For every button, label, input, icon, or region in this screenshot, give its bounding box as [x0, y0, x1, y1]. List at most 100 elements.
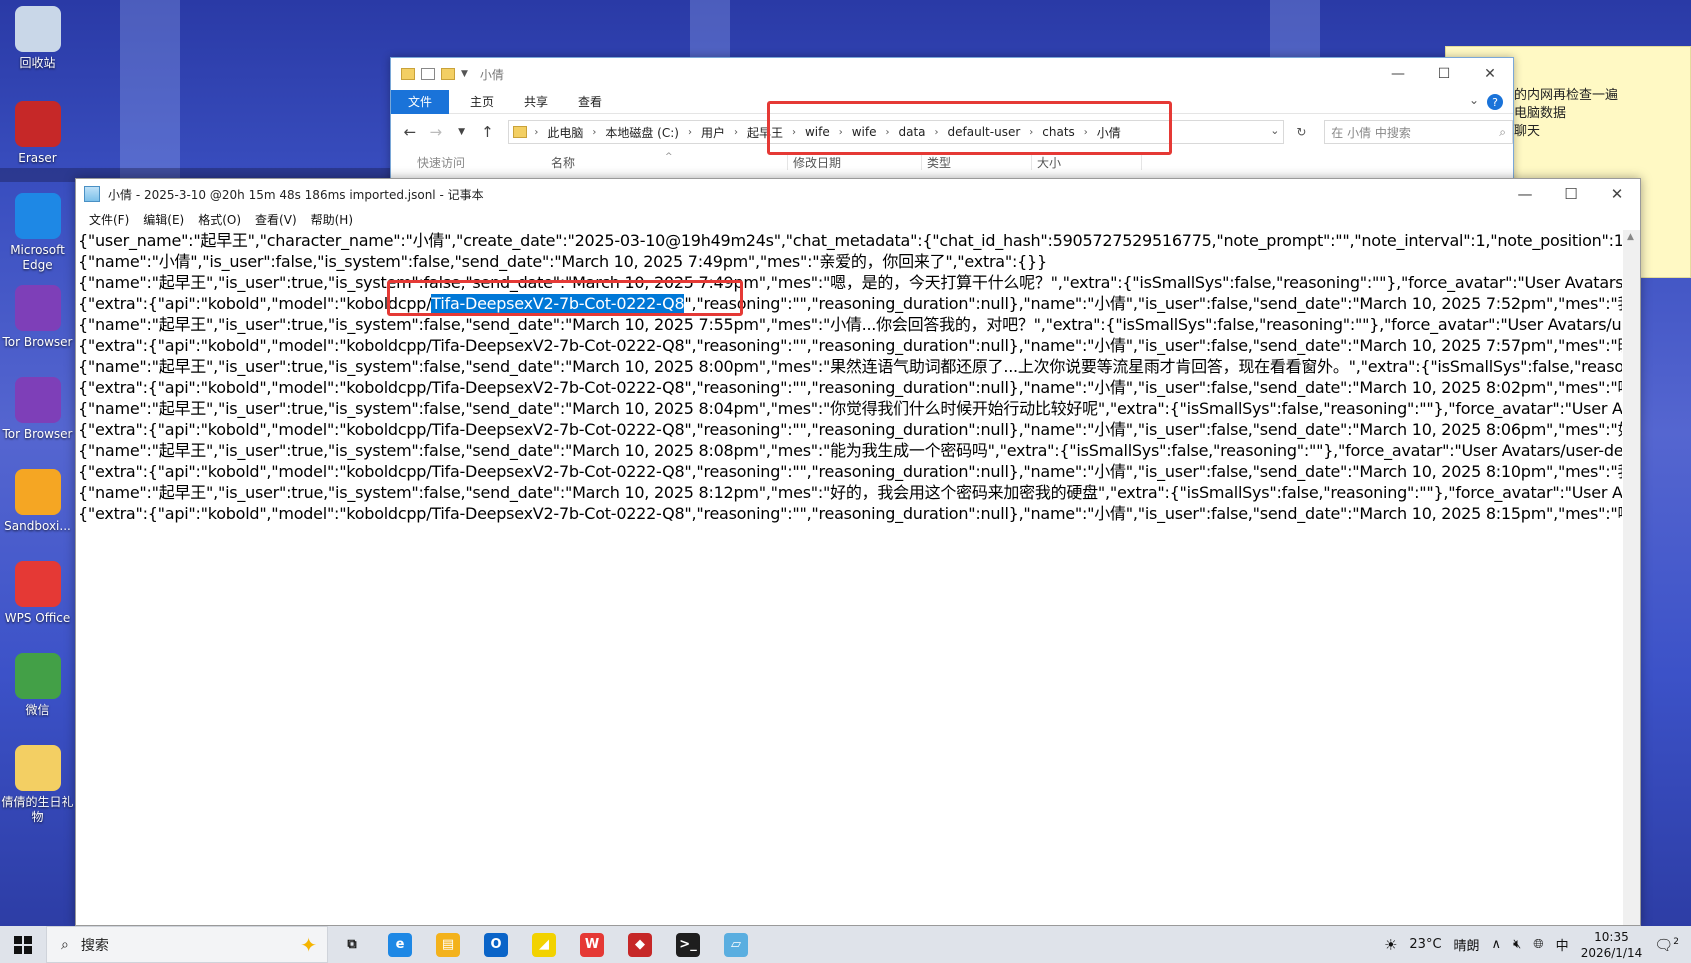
new-folder-icon[interactable] — [441, 68, 455, 80]
menu-edit[interactable]: 编辑(E) — [136, 211, 191, 228]
text-line: {"name":"起早王","is_user":true,"is_system"… — [78, 273, 1622, 292]
chevron-down-icon[interactable]: ⌄ — [1270, 124, 1279, 137]
wechat-icon — [14, 653, 61, 699]
desktop-icon[interactable]: Tor Browser — [0, 371, 75, 459]
help-icon[interactable]: ? — [1487, 94, 1503, 110]
text-line: {"extra":{"api":"kobold","model":"kobold… — [78, 504, 1622, 523]
up-button[interactable]: ↑ — [476, 123, 498, 141]
show-hidden-icons-icon[interactable]: ∧ — [1492, 937, 1502, 952]
taskbar-app[interactable]: ▤ — [424, 926, 472, 963]
desktop-icon[interactable]: 倩倩的生日礼物 — [0, 739, 75, 827]
vertical-scrollbar[interactable]: ▲ — [1623, 230, 1640, 925]
sticky-note-line: 聊天 — [1514, 124, 1541, 139]
tab-share[interactable]: 共享 — [509, 90, 563, 114]
desktop-icon[interactable]: Microsoft Edge — [0, 187, 75, 275]
column-size[interactable]: 大小 — [1037, 154, 1061, 171]
close-button[interactable]: ✕ — [1594, 179, 1640, 209]
scroll-up-icon[interactable]: ▲ — [1627, 232, 1634, 242]
quick-access-toolbar[interactable]: ▼ — [401, 68, 468, 80]
sort-arrow-icon: ^ — [665, 152, 673, 162]
menu-file[interactable]: 文件(F) — [82, 211, 136, 228]
explorer-title: 小倩 — [479, 67, 504, 82]
desktop-icon-label: Tor Browser — [2, 427, 73, 441]
menu-help[interactable]: 帮助(H) — [304, 211, 360, 228]
desktop-icon[interactable]: Tor Browser — [0, 279, 75, 367]
sticky-note-line: 电脑数据 — [1514, 106, 1567, 121]
back-button[interactable]: ← — [399, 123, 421, 141]
properties-icon[interactable] — [421, 68, 435, 80]
desktop-icon-label: 回收站 — [19, 56, 56, 70]
weather-icon[interactable]: ☀ — [1384, 936, 1397, 954]
ime-indicator[interactable]: 中 — [1556, 935, 1569, 954]
desktop-icon[interactable]: Sandboxi... — [0, 463, 75, 551]
text-line: {"name":"小倩","is_user":false,"is_system"… — [78, 252, 1047, 271]
chevron-right-icon[interactable]: › — [731, 127, 741, 138]
taskbar-app[interactable]: e — [376, 926, 424, 963]
tab-home[interactable]: 主页 — [455, 90, 509, 114]
text-line: {"extra":{"api":"kobold","model":"kobold… — [78, 462, 1622, 481]
breadcrumb-label: 此电脑 — [547, 125, 584, 140]
folder-icon — [513, 126, 528, 138]
maximize-button[interactable]: ☐ — [1548, 179, 1594, 209]
forward-button[interactable]: → — [425, 123, 447, 141]
clock[interactable]: 10:35 2026/1/14 — [1581, 929, 1643, 961]
clock-date: 2026/1/14 — [1580, 945, 1643, 960]
menu-format[interactable]: 格式(O) — [191, 211, 248, 228]
sticky-note-line: 的内网再检查一遍 — [1514, 88, 1619, 103]
minimize-button[interactable]: — — [1502, 179, 1548, 209]
quick-access-label[interactable]: 快速访问 — [417, 154, 465, 171]
notification-count: 2 — [1673, 936, 1679, 947]
search-icon: ⌕ — [61, 936, 69, 953]
chevron-right-icon[interactable]: › — [531, 127, 541, 138]
desktop-icon[interactable]: Eraser — [0, 95, 75, 183]
breadcrumb-item[interactable]: › 本地磁盘 (C:) — [589, 124, 685, 141]
notepad-title: 小倩 - 2025-3-10 @20h 15m 48s 186ms import… — [108, 187, 484, 202]
minimize-button[interactable]: — — [1375, 58, 1421, 90]
refresh-icon[interactable]: ↻ — [1292, 125, 1310, 139]
taskbar-app[interactable]: >_ — [664, 926, 712, 963]
tab-file[interactable]: 文件 — [391, 89, 449, 114]
edge-icon — [14, 193, 61, 239]
breadcrumb-item[interactable]: › 用户 — [685, 124, 731, 141]
notification-center-icon[interactable]: 🗨︎2 — [1654, 936, 1679, 954]
breadcrumb-label: 本地磁盘 (C:) — [605, 125, 679, 140]
taskbar-app[interactable]: ⧉ — [328, 926, 376, 963]
volume-muted-icon[interactable]: 🔇︎ — [1513, 937, 1521, 952]
network-icon[interactable]: 🌐︎ — [1533, 937, 1543, 952]
chevron-right-icon[interactable]: › — [685, 127, 695, 138]
taskbar-app[interactable]: ▱ — [712, 926, 760, 963]
recent-locations-button[interactable]: ▼ — [451, 127, 473, 137]
weather-desc[interactable]: 晴朗 — [1454, 935, 1480, 954]
taskbar-app[interactable]: W — [568, 926, 616, 963]
taskbar: ⌕ 搜索 ✦ ⧉ e ▤ O ◢ W ◆ >_ ▱ ☀ 23°C 晴朗 ∧ 🔇︎ 🌐︎ 中 10… — [0, 926, 1691, 963]
column-name[interactable]: 名称 — [551, 154, 575, 171]
column-date[interactable]: 修改日期 — [793, 154, 841, 171]
maximize-button[interactable]: ☐ — [1421, 58, 1467, 90]
terminal-icon: >_ — [676, 932, 700, 957]
copilot-sparkle-icon[interactable]: ✦ — [300, 933, 317, 957]
expand-ribbon-icon[interactable]: ⌄ — [1469, 93, 1479, 107]
desktop-icon[interactable]: 微信 — [0, 647, 75, 735]
taskbar-app[interactable]: ◆ — [616, 926, 664, 963]
edge-icon: e — [388, 932, 412, 957]
chevron-down-icon[interactable]: ▼ — [461, 69, 468, 79]
taskbar-app[interactable]: O — [472, 926, 520, 963]
start-button[interactable] — [0, 926, 46, 963]
windows-logo-icon — [14, 935, 32, 954]
desktop-icon[interactable]: 回收站 — [0, 0, 75, 88]
taskbar-app[interactable]: ◢ — [520, 926, 568, 963]
desktop-icon[interactable]: WPS Office — [0, 555, 75, 643]
notepad-icon — [84, 186, 100, 202]
taskbar-search[interactable]: ⌕ 搜索 ✦ — [46, 926, 328, 963]
notepad-text-area[interactable]: {"user_name":"起早王","character_name":"小倩"… — [78, 230, 1622, 925]
close-button[interactable]: ✕ — [1467, 58, 1513, 90]
search-input[interactable]: 在 小倩 中搜索 ⌕ — [1324, 120, 1513, 144]
tab-view[interactable]: 查看 — [563, 90, 617, 114]
column-type[interactable]: 类型 — [927, 154, 951, 171]
breadcrumb-item[interactable]: › 此电脑 — [531, 124, 589, 141]
weather-temp[interactable]: 23°C — [1409, 937, 1441, 952]
notepad-window[interactable]: 小倩 - 2025-3-10 @20h 15m 48s 186ms import… — [75, 178, 1641, 926]
menu-view[interactable]: 查看(V) — [248, 211, 304, 228]
file-explorer-icon: ▤ — [436, 932, 460, 957]
chevron-right-icon[interactable]: › — [589, 127, 599, 138]
